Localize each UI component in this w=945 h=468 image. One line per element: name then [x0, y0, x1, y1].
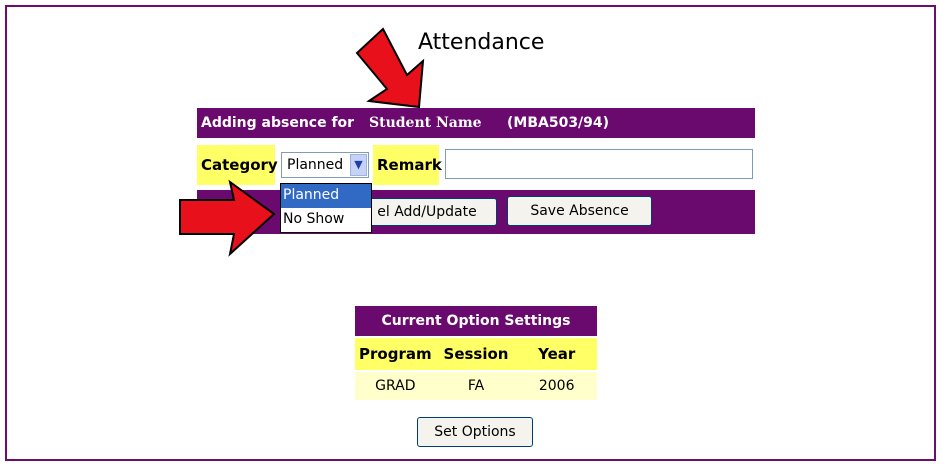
column-header-year: Year: [516, 338, 598, 370]
options-table-row: GRAD FA 2006: [355, 370, 598, 400]
category-row: Category Planned ▼ Remark: [197, 145, 755, 185]
options-table-title: Current Option Settings: [355, 306, 597, 336]
session-value: FA: [435, 372, 517, 400]
category-select[interactable]: Planned ▼: [281, 152, 369, 178]
cancel-button-label: el Add/Update: [377, 204, 477, 220]
program-value: GRAD: [355, 372, 436, 400]
year-value: 2006: [516, 372, 598, 400]
student-id: (MBA503/94): [507, 115, 610, 131]
annotation-arrow-down-icon: [355, 27, 425, 109]
dropdown-option-no-show[interactable]: No Show: [281, 208, 371, 232]
set-options-button[interactable]: Set Options: [417, 417, 533, 447]
chevron-down-icon[interactable]: ▼: [350, 154, 367, 176]
dropdown-option-planned[interactable]: Planned: [281, 184, 371, 208]
remark-label: Remark: [373, 145, 442, 185]
absence-header-bar: Adding absence for Student Name (MBA503/…: [197, 108, 755, 138]
annotation-arrow-right-icon: [179, 179, 276, 257]
column-header-program: Program: [355, 338, 436, 370]
current-options-table: Current Option Settings Program Session …: [355, 306, 598, 400]
options-table-header-row: Program Session Year: [355, 336, 598, 370]
category-dropdown-list: Planned No Show: [280, 183, 372, 233]
student-name: Student Name: [369, 115, 482, 131]
save-absence-button[interactable]: Save Absence: [507, 196, 652, 226]
remark-input[interactable]: [445, 149, 753, 179]
page-title: Attendance: [418, 30, 545, 55]
category-select-value: Planned: [287, 157, 344, 173]
column-header-session: Session: [435, 338, 517, 370]
adding-absence-label: Adding absence for: [201, 115, 355, 131]
